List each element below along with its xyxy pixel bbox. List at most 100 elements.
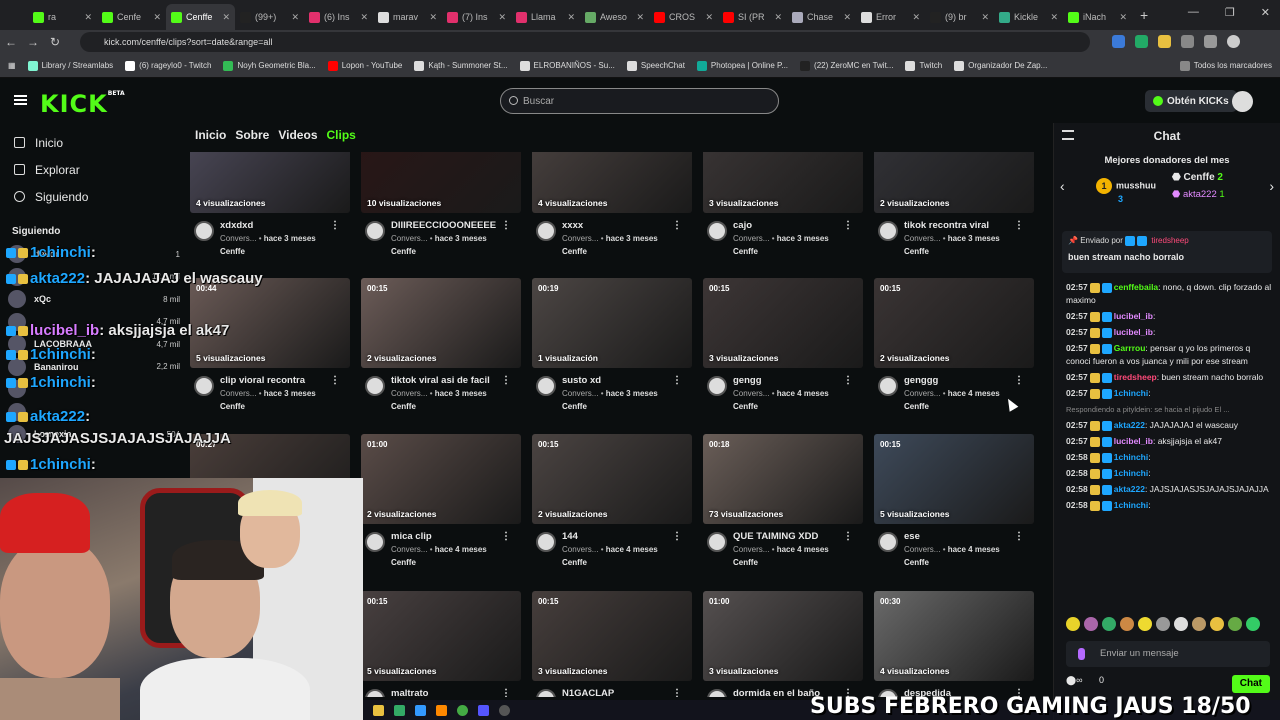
emote-icon[interactable] [1084,617,1098,631]
avatar[interactable] [1232,91,1253,112]
new-tab-icon[interactable]: + [1140,7,1148,23]
clip-card[interactable]: 00:15 3 visualizaciones gengg ⋮ Convers... •… [703,278,863,420]
more-options-icon[interactable]: ⋮ [672,375,682,386]
avatar[interactable] [707,376,727,396]
bookmark-item[interactable]: ELROBANIÑOS - Su... [519,60,615,71]
clip-thumbnail[interactable]: 00:15 3 visualizaciones [532,591,692,681]
kick-logo[interactable]: KICKBETA [40,90,125,118]
close-tab-icon[interactable]: ✕ [981,12,989,23]
clip-title[interactable]: clip vioral recontra [220,375,305,386]
avatar[interactable] [707,689,727,697]
clip-title[interactable]: gengg [733,375,762,386]
clip-card[interactable]: 4 visualizaciones xdxdxd ⋮ Convers... • hac… [190,152,350,265]
clip-thumbnail[interactable]: 00:18 73 visualizaciones [703,434,863,524]
avatar[interactable] [707,221,727,241]
clip-thumbnail[interactable]: 00:19 1 visualización [532,278,692,368]
discord-icon[interactable] [478,704,489,716]
extension-icon[interactable] [1135,35,1148,48]
more-options-icon[interactable]: ⋮ [672,688,682,697]
clip-channel[interactable]: Cenffe [220,247,245,256]
browser-tab[interactable]: Kickle ✕ [994,4,1063,30]
chat-input[interactable]: Enviar un mensaje [1066,641,1270,667]
browser-tab[interactable]: Chase ✕ [787,4,856,30]
avatar[interactable] [365,221,385,241]
clip-title[interactable]: tikok recontra viral [904,220,989,231]
emote-icon[interactable] [1102,617,1116,631]
pinned-message[interactable]: 📌 Enviado por tiredsheep buen stream nac… [1062,231,1272,273]
close-tab-icon[interactable]: ✕ [153,12,161,23]
close-tab-icon[interactable]: ✕ [705,12,713,23]
clip-title[interactable]: xxxx [562,220,583,231]
extension-icon[interactable] [1112,35,1125,48]
clip-thumbnail[interactable]: 4 visualizaciones [532,152,692,213]
bookmark-item[interactable]: Noyh Geometric Bla... [223,60,316,71]
clip-title[interactable]: DIIIREECCIOOONEEEE [391,220,496,231]
close-tab-icon[interactable]: ✕ [843,12,851,23]
clip-channel[interactable]: Cenffe [733,402,758,411]
clip-thumbnail[interactable]: 2 visualizaciones [874,152,1034,213]
forward-icon[interactable]: → [22,35,44,49]
clip-thumbnail[interactable]: 00:15 5 visualizaciones [361,591,521,681]
more-options-icon[interactable]: ⋮ [672,531,682,542]
emote-icon[interactable] [1120,617,1134,631]
close-tab-icon[interactable]: ✕ [567,12,575,23]
avatar[interactable] [194,221,214,241]
apps-icon[interactable]: ▦ [8,61,16,70]
clip-thumbnail[interactable]: 4 visualizaciones [190,152,350,213]
chrome-icon[interactable] [457,704,468,716]
more-options-icon[interactable]: ⋮ [330,220,340,231]
menu-icon[interactable] [1204,35,1217,48]
bookmark-item[interactable]: Photopea | Online P... [696,60,788,71]
clip-channel[interactable]: Cenffe [391,558,416,567]
clip-card[interactable]: 4 visualizaciones xxxx ⋮ Convers... • hace … [532,152,692,265]
more-options-icon[interactable]: ⋮ [501,531,511,542]
get-kicks-button[interactable]: Obtén KICKs [1145,90,1237,112]
bookmark-item[interactable]: Kąth - Summoner St... [414,60,508,71]
clip-title[interactable]: susto xd [562,375,601,386]
maximize-icon[interactable]: ❐ [1225,6,1235,19]
clip-title[interactable]: genggg [904,375,938,386]
browser-tab[interactable]: Cenffe ✕ [166,4,235,30]
close-tab-icon[interactable]: ✕ [1119,12,1127,23]
more-options-icon[interactable]: ⋮ [672,220,682,231]
clip-title[interactable]: 144 [562,531,578,542]
emote-icon[interactable] [1174,617,1188,631]
browser-tab[interactable]: ra ✕ [28,4,97,30]
more-options-icon[interactable]: ⋮ [501,220,511,231]
clip-title[interactable]: mica clip [391,531,432,542]
browser-tab[interactable]: Llama ✕ [511,4,580,30]
clip-thumbnail[interactable]: 00:15 3 visualizaciones [703,278,863,368]
browser-tab[interactable]: (6) Ins ✕ [304,4,373,30]
clip-channel[interactable]: Cenffe [562,247,587,256]
tab-clips[interactable]: Clips [327,128,356,142]
more-options-icon[interactable]: ⋮ [1014,375,1024,386]
bookmark-item[interactable]: SpeechChat [626,60,685,71]
browser-tab[interactable]: CROS ✕ [649,4,718,30]
emote-icon[interactable] [1192,617,1206,631]
avatar[interactable] [365,376,385,396]
bookmark-item[interactable]: (6) rageylo0 - Twitch [125,60,211,71]
all-bookmarks[interactable]: Todos los marcadores [1179,60,1272,71]
clip-channel[interactable]: Cenffe [391,402,416,411]
close-tab-icon[interactable]: ✕ [912,12,920,23]
clip-card[interactable]: 2 visualizaciones tikok recontra viral ⋮ Co… [874,152,1034,265]
browser-tab[interactable]: (9) br ✕ [925,4,994,30]
more-options-icon[interactable]: ⋮ [1014,220,1024,231]
browser-tab[interactable]: SI (PR ✕ [718,4,787,30]
collapse-chat-icon[interactable] [1062,130,1074,140]
clip-card[interactable]: 01:00 2 visualizaciones mica clip ⋮ Convers.… [361,434,521,576]
chevron-left-icon[interactable]: ‹ [1060,178,1065,194]
clip-thumbnail[interactable]: 00:30 4 visualizaciones [874,591,1034,681]
bookmark-item[interactable]: Lopon - YouTube [327,60,402,71]
clip-channel[interactable]: Cenffe [562,402,587,411]
sidebar-item-explorar[interactable]: Explorar [0,156,188,183]
close-tab-icon[interactable]: ✕ [360,12,368,23]
app-icon[interactable] [394,704,405,716]
obs-icon[interactable] [499,704,510,716]
bookmark-item[interactable]: Organizador De Zap... [954,60,1047,71]
clip-channel[interactable]: Cenffe [220,402,245,411]
emote-icon[interactable] [1246,617,1260,631]
close-tab-icon[interactable]: ✕ [429,12,437,23]
avatar[interactable] [878,221,898,241]
profile-icon[interactable] [1227,35,1240,48]
